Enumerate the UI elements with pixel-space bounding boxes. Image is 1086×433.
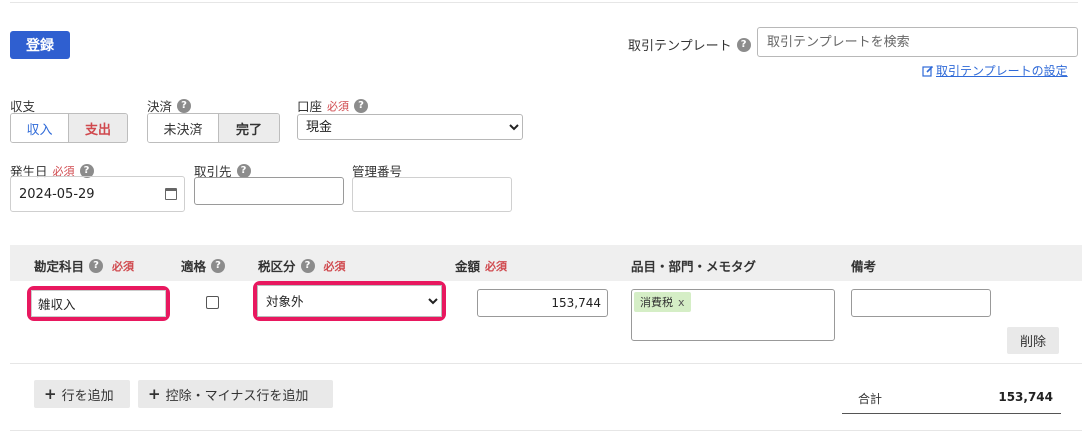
expense-option[interactable]: 支出 xyxy=(69,114,127,142)
required-badge: 必須 xyxy=(112,259,135,273)
account-item-input[interactable]: 雑収入 xyxy=(31,290,166,317)
total-underline xyxy=(842,413,1061,414)
th-notes: 備考 xyxy=(851,259,877,274)
th-tax-category: 税区分 ? 必須 xyxy=(258,258,346,274)
th-account-item: 勘定科目 ? 必須 xyxy=(34,258,135,274)
partner-input[interactable] xyxy=(194,177,344,205)
issue-date-value: 2024-05-29 xyxy=(19,186,95,202)
table-header xyxy=(10,245,1082,281)
mgmt-number-input[interactable] xyxy=(352,177,512,212)
income-option[interactable]: 収入 xyxy=(11,114,69,142)
row-divider xyxy=(10,363,1082,364)
plus-icon: + xyxy=(148,385,161,403)
settlement-toggle[interactable]: 未決済 完了 xyxy=(147,113,280,143)
register-button[interactable]: 登録 xyxy=(10,31,70,59)
total-label: 合計 xyxy=(858,392,883,406)
qualified-checkbox[interactable] xyxy=(206,296,219,309)
help-icon[interactable]: ? xyxy=(354,98,369,113)
help-icon[interactable]: ? xyxy=(300,258,315,273)
tax-category-select[interactable]: 対象外 xyxy=(257,285,442,317)
required-badge: 必須 xyxy=(485,259,508,273)
tag-remove-icon[interactable]: x xyxy=(678,296,685,309)
total-value: 153,744 xyxy=(998,390,1053,404)
tag-label: 消費税 xyxy=(640,296,673,309)
settled-option[interactable]: 完了 xyxy=(219,114,279,142)
th-tags: 品目・部門・メモタグ xyxy=(631,259,757,274)
delete-row-button[interactable]: 削除 xyxy=(1007,327,1059,354)
help-icon[interactable]: ? xyxy=(89,258,104,273)
template-label-group: 取引テンプレート ? xyxy=(628,35,751,54)
th-qualified: 適格 ? xyxy=(181,256,226,275)
account-select[interactable]: 現金 xyxy=(297,114,523,140)
plus-icon: + xyxy=(44,385,57,403)
edit-icon xyxy=(922,65,934,77)
add-row-label: 行を追加 xyxy=(61,388,114,404)
notes-input[interactable] xyxy=(851,289,991,317)
template-settings-label: 取引テンプレートの設定 xyxy=(936,64,1068,78)
type-toggle[interactable]: 収入 支出 xyxy=(10,113,128,143)
th-amount: 金額 必須 xyxy=(455,259,508,274)
add-row-button[interactable]: + 行を追加 xyxy=(34,380,130,408)
amount-input[interactable]: 153,744 xyxy=(477,289,608,317)
top-divider xyxy=(10,2,1078,3)
required-badge: 必須 xyxy=(323,259,346,273)
account-label-group: 口座 必須 ? xyxy=(297,96,369,115)
help-icon[interactable]: ? xyxy=(177,98,192,113)
required-badge: 必須 xyxy=(327,99,350,113)
bottom-divider xyxy=(10,430,1082,431)
template-search-input[interactable] xyxy=(757,27,1078,57)
tag-chip: 消費税 x xyxy=(634,292,691,312)
template-label: 取引テンプレート xyxy=(628,39,732,54)
account-label: 口座 xyxy=(297,99,323,114)
unsettled-option[interactable]: 未決済 xyxy=(148,114,219,142)
help-icon[interactable]: ? xyxy=(236,163,251,178)
help-icon[interactable]: ? xyxy=(211,258,226,273)
calendar-icon[interactable] xyxy=(165,188,177,200)
issue-date-input[interactable]: 2024-05-29 xyxy=(10,176,185,212)
add-deduction-label: 控除・マイナス行を追加 xyxy=(165,388,309,404)
help-icon[interactable]: ? xyxy=(736,37,751,52)
add-deduction-row-button[interactable]: + 控除・マイナス行を追加 xyxy=(138,380,333,408)
template-settings-link[interactable]: 取引テンプレートの設定 xyxy=(922,62,1068,79)
